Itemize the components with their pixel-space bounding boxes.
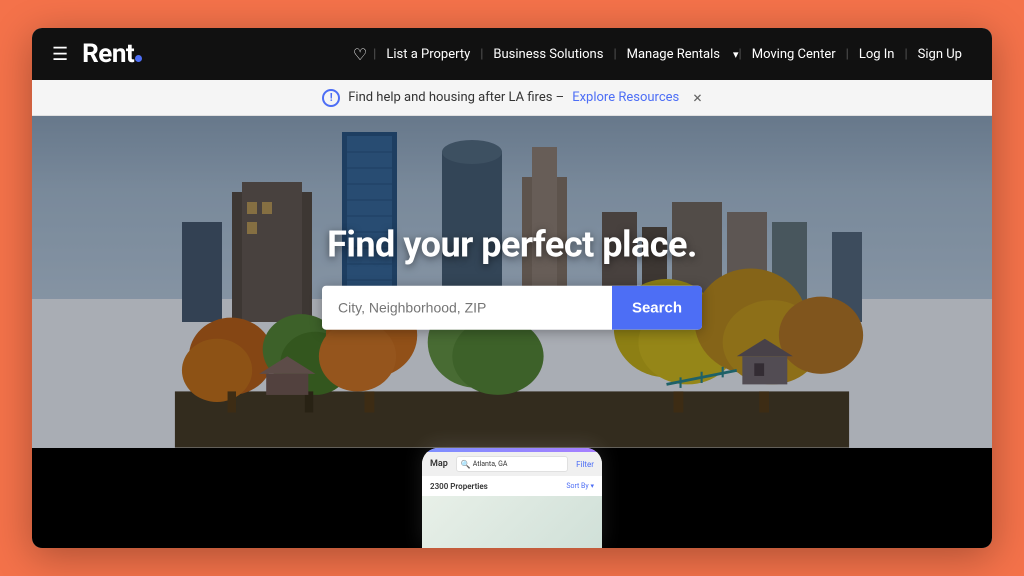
list-property-link[interactable]: List a Property xyxy=(376,47,480,62)
phone-search-icon: 🔍 xyxy=(461,460,471,469)
search-button[interactable]: Search xyxy=(612,286,702,330)
navbar: ☰ Rent ♡ | List a Property | Business So… xyxy=(32,28,992,80)
search-input[interactable] xyxy=(322,286,612,330)
logo-text: Rent xyxy=(82,39,134,69)
phone-sort-button[interactable]: Sort By ▾ xyxy=(566,482,594,490)
phone-results-bar: 2300 Properties Sort By ▾ xyxy=(422,476,602,496)
login-link[interactable]: Log In xyxy=(849,47,905,62)
phone-search-text: Atlanta, GA xyxy=(473,460,508,468)
announcement-text: Find help and housing after LA fires – xyxy=(348,90,564,105)
manage-rentals-dropdown[interactable]: Manage Rentals ▾ xyxy=(617,47,739,62)
heart-icon[interactable]: ♡ xyxy=(347,45,373,64)
nav-left: ☰ Rent xyxy=(52,39,142,69)
black-section: Map 🔍 Atlanta, GA Filter 2300 Properties… xyxy=(32,448,992,548)
search-bar: Search xyxy=(322,286,702,330)
business-solutions-link[interactable]: Business Solutions xyxy=(483,47,613,62)
hamburger-icon[interactable]: ☰ xyxy=(52,44,68,65)
phone-map-area xyxy=(422,496,602,548)
logo-dot xyxy=(135,55,142,62)
hero-content: Find your perfect place. Search xyxy=(32,224,992,330)
phone-property-count: 2300 Properties xyxy=(430,482,488,491)
phone-search-bar[interactable]: 🔍 Atlanta, GA xyxy=(456,456,568,472)
moving-center-link[interactable]: Moving Center xyxy=(742,47,846,62)
close-icon[interactable]: × xyxy=(693,88,702,107)
hero-title: Find your perfect place. xyxy=(32,224,992,266)
signup-link[interactable]: Sign Up xyxy=(908,47,972,62)
logo[interactable]: Rent xyxy=(82,39,142,69)
manage-rentals-label: Manage Rentals xyxy=(617,47,730,62)
hero-section: Find your perfect place. Search xyxy=(32,116,992,448)
phone-filter-button[interactable]: Filter xyxy=(576,460,594,469)
announcement-bar: ! Find help and housing after LA fires –… xyxy=(32,80,992,116)
phone-top-bar: Map 🔍 Atlanta, GA Filter xyxy=(422,452,602,476)
browser-window: ☰ Rent ♡ | List a Property | Business So… xyxy=(32,28,992,548)
phone-mockup: Map 🔍 Atlanta, GA Filter 2300 Properties… xyxy=(422,448,602,548)
nav-right: ♡ | List a Property | Business Solutions… xyxy=(347,45,972,64)
phone-map-tab[interactable]: Map xyxy=(430,459,448,469)
explore-resources-link[interactable]: Explore Resources xyxy=(572,90,679,105)
announcement-icon: ! xyxy=(322,89,340,107)
